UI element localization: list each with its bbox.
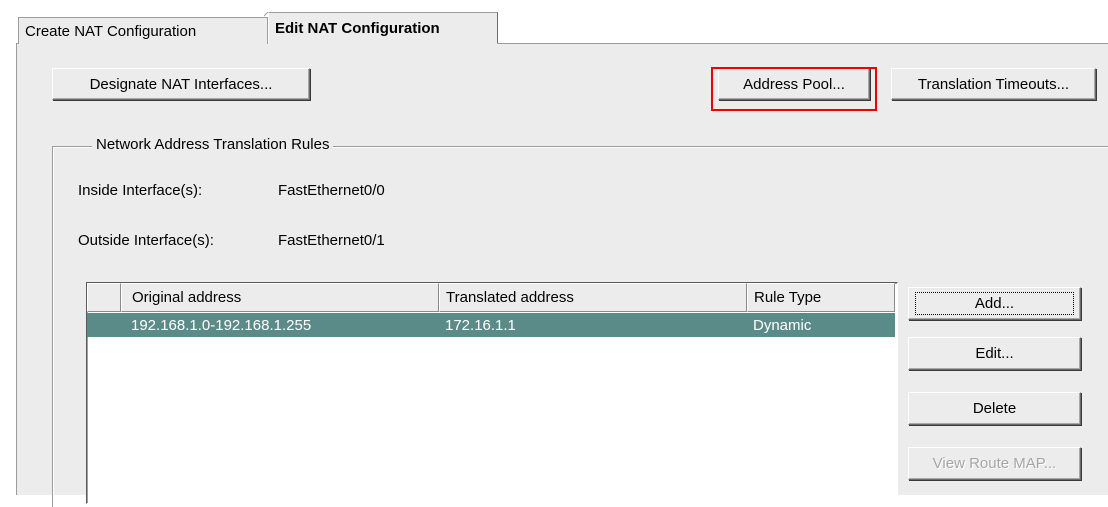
edit-rule-button[interactable]: Edit... (908, 337, 1081, 370)
tab-create-nat-configuration[interactable]: Create NAT Configuration (18, 17, 268, 44)
highlight-box (711, 67, 877, 111)
nat-config-window: Create NAT Configuration Edit NAT Config… (8, 0, 1108, 507)
nat-rules-legend: Network Address Translation Rules (92, 136, 334, 153)
inside-interface-value: FastEthernet0/0 (278, 182, 385, 199)
nat-rules-table[interactable]: Original address Translated address Rule… (86, 282, 898, 504)
translation-timeouts-button[interactable]: Translation Timeouts... (891, 68, 1096, 100)
add-rule-button[interactable]: Add... (908, 287, 1081, 320)
tab-edit-nat-configuration[interactable]: Edit NAT Configuration (268, 12, 498, 44)
column-header-original-address[interactable]: Original address (121, 283, 439, 312)
tab-edit-label: Edit NAT Configuration (275, 19, 440, 37)
cell-original-address: 192.168.1.0-192.168.1.255 (131, 316, 312, 334)
inside-interface-label: Inside Interface(s): (78, 182, 203, 199)
focus-indicator (915, 292, 1074, 315)
cell-rule-type: Dynamic (753, 316, 812, 334)
outside-interface-label: Outside Interface(s): (78, 232, 214, 249)
outside-interface-value: FastEthernet0/1 (278, 232, 385, 249)
table-row[interactable]: 192.168.1.0-192.168.1.255 172.16.1.1 Dyn… (87, 313, 895, 337)
table-header: Original address Translated address Rule… (87, 283, 895, 312)
row-header-corner (87, 283, 121, 312)
column-header-rule-type[interactable]: Rule Type (747, 283, 895, 312)
tab-create-label: Create NAT Configuration (25, 22, 197, 40)
designate-nat-interfaces-button[interactable]: Designate NAT Interfaces... (52, 68, 310, 100)
delete-rule-button[interactable]: Delete (908, 392, 1081, 425)
column-header-translated-address[interactable]: Translated address (439, 283, 747, 312)
cell-translated-address: 172.16.1.1 (445, 316, 516, 334)
view-route-map-button[interactable]: View Route MAP... (908, 447, 1081, 480)
